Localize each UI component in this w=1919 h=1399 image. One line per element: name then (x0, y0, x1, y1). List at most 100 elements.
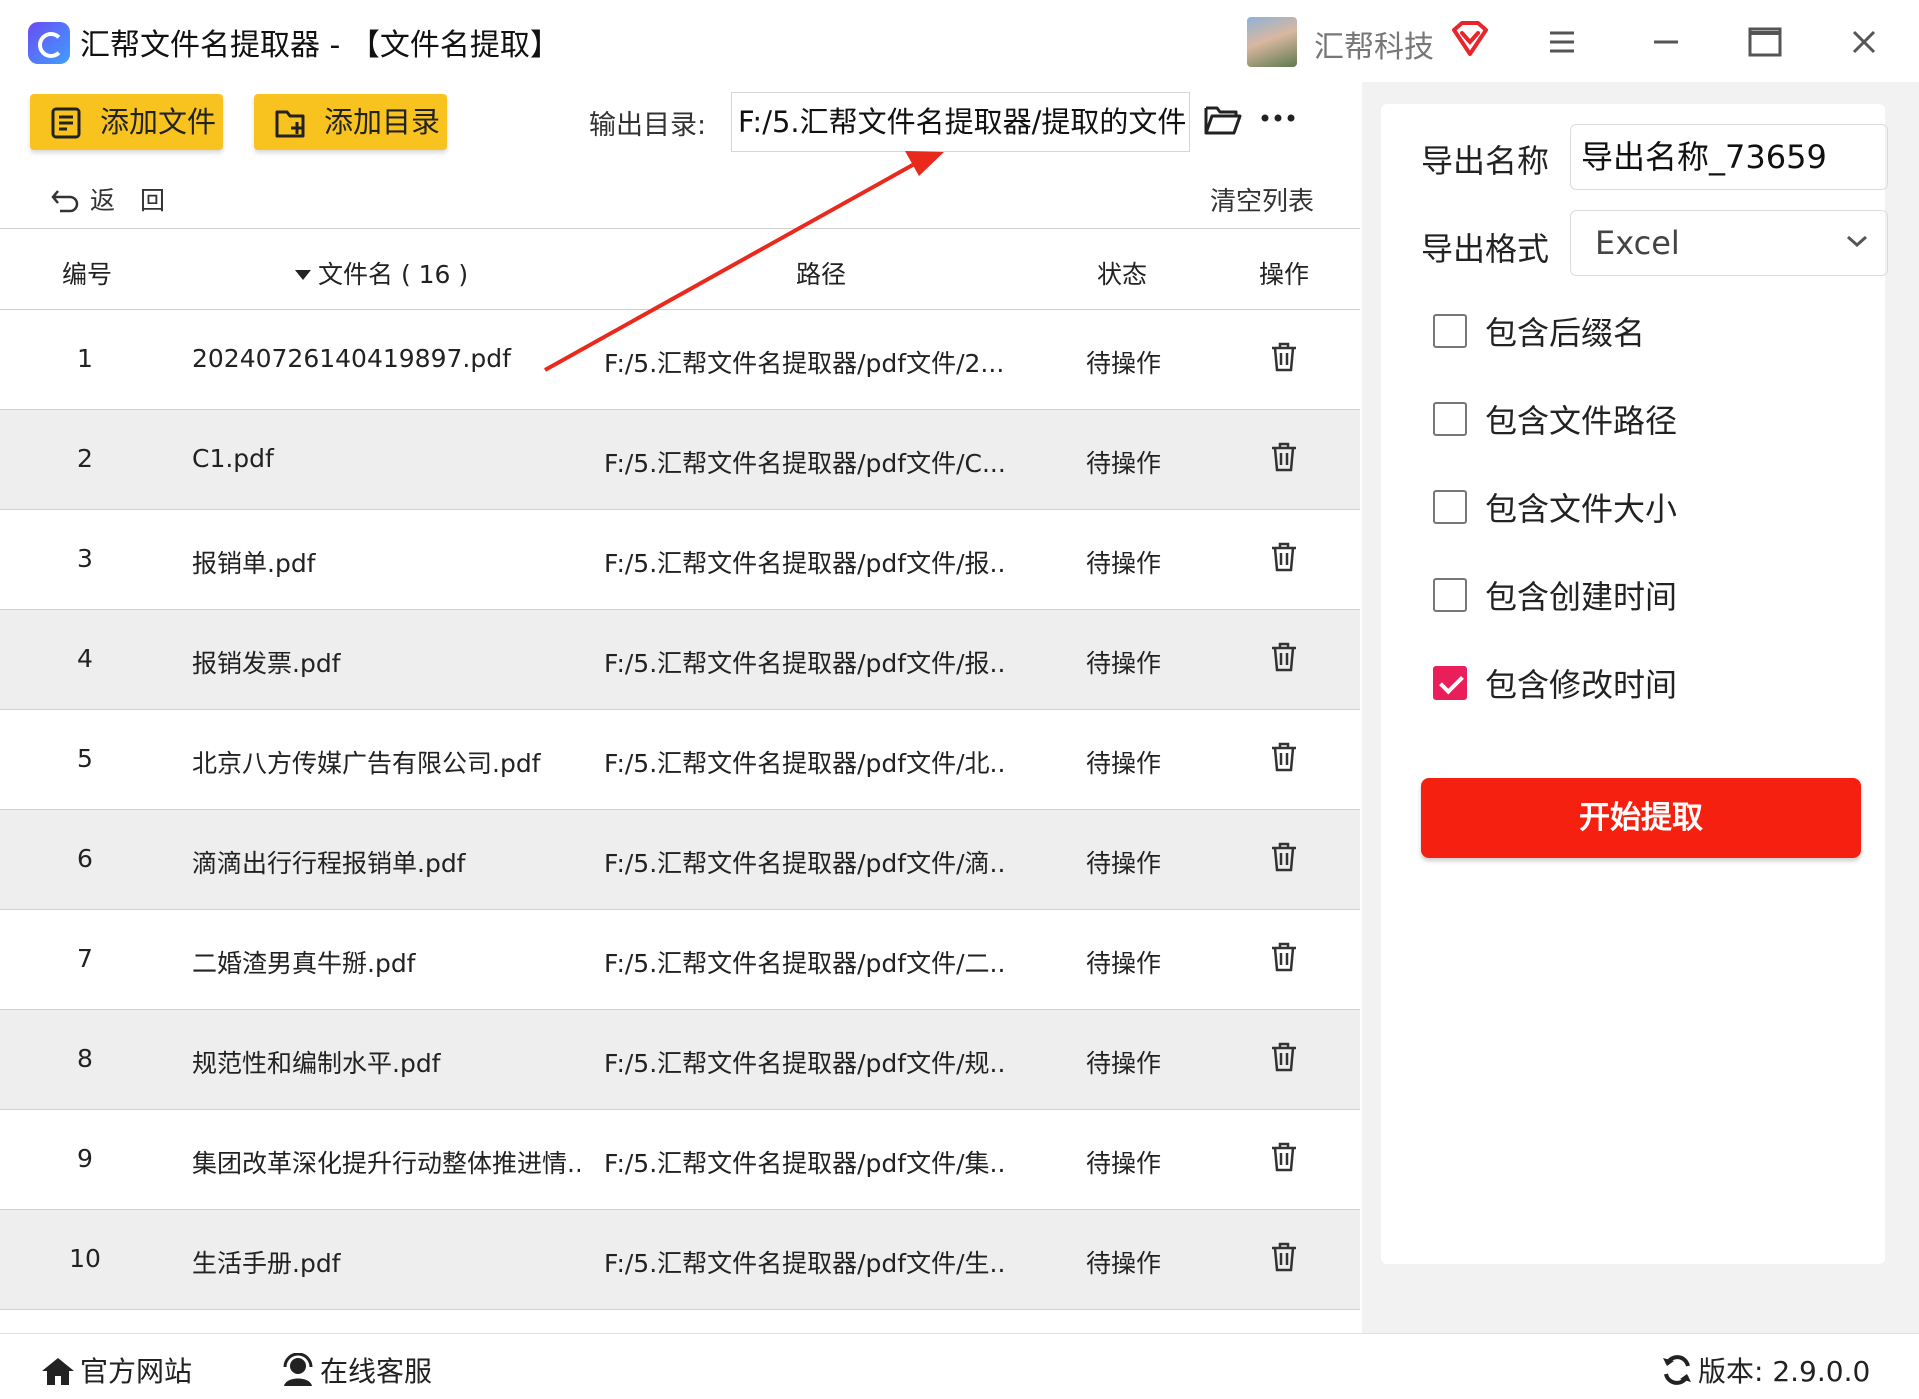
table-row[interactable]: 7 二婚渣男真牛掰.pdf F:/5.汇帮文件名提取器/pdf文件/二... 待操作 (0, 910, 1360, 1010)
row-filename: 规范性和编制水平.pdf (192, 1049, 441, 1078)
avatar[interactable] (1247, 17, 1297, 67)
close-icon[interactable] (1842, 20, 1886, 64)
maximize-icon[interactable] (1743, 20, 1787, 64)
export-name-label: 导出名称 (1421, 142, 1550, 180)
delete-row-button[interactable] (1270, 542, 1298, 576)
add-directory-label: 添加目录 (324, 105, 441, 139)
bottom-bar: 官方网站 在线客服 版本: 2.9.0.0 (0, 1333, 1919, 1399)
delete-row-button[interactable] (1270, 1142, 1298, 1176)
option-checkbox[interactable] (1433, 666, 1467, 700)
option-label: 包含修改时间 (1485, 666, 1678, 704)
official-website-link[interactable]: 官方网站 (40, 1350, 192, 1390)
row-path: F:/5.汇帮文件名提取器/pdf文件/集... (604, 1149, 1004, 1178)
table-row[interactable]: 8 规范性和编制水平.pdf F:/5.汇帮文件名提取器/pdf文件/规... 待操作 (0, 1010, 1360, 1110)
table-row[interactable]: 4 报销发票.pdf F:/5.汇帮文件名提取器/pdf文件/报... 待操作 (0, 610, 1360, 710)
add-file-icon (51, 107, 81, 139)
start-extract-button[interactable]: 开始提取 (1421, 778, 1861, 858)
window-title: 汇帮文件名提取器 - 【文件名提取】 (80, 28, 560, 63)
more-icon[interactable] (1260, 112, 1296, 124)
option-label: 包含文件路径 (1485, 402, 1678, 440)
table-row[interactable]: 5 北京八方传媒广告有限公司.pdf F:/5.汇帮文件名提取器/pdf文件/北..… (0, 710, 1360, 810)
chevron-down-icon (1847, 235, 1867, 248)
row-path: F:/5.汇帮文件名提取器/pdf文件/C... (604, 449, 1004, 478)
table-row[interactable]: 6 滴滴出行行程报销单.pdf F:/5.汇帮文件名提取器/pdf文件/滴... 待操… (0, 810, 1360, 910)
option-label: 包含创建时间 (1485, 578, 1678, 616)
back-button[interactable]: 返 回 (50, 181, 165, 217)
table-body: 1 20240726140419897.pdf F:/5.汇帮文件名提取器/pdf文… (0, 310, 1360, 1310)
row-filename: 20240726140419897.pdf (192, 344, 511, 373)
header-name[interactable]: 文件名 ( 16 ) (294, 255, 468, 291)
option-label: 包含后缀名 (1485, 314, 1646, 352)
trash-icon (1272, 1042, 1296, 1072)
delete-row-button[interactable] (1270, 742, 1298, 776)
trash-icon (1272, 942, 1296, 972)
version-info: 版本: 2.9.0.0 (1660, 1350, 1870, 1390)
option-checkbox[interactable] (1433, 402, 1467, 436)
option-checkbox[interactable] (1433, 578, 1467, 612)
company-name: 汇帮科技 (1314, 30, 1434, 65)
row-filename: 北京八方传媒广告有限公司.pdf (192, 749, 541, 778)
trash-icon (1272, 1142, 1296, 1172)
row-path: F:/5.汇帮文件名提取器/pdf文件/二... (604, 949, 1004, 978)
row-path: F:/5.汇帮文件名提取器/pdf文件/报... (604, 549, 1004, 578)
official-website-label: 官方网站 (80, 1355, 193, 1388)
table-row[interactable]: 9 集团改革深化提升行动整体推进情... F:/5.汇帮文件名提取器/pdf文件/集… (0, 1110, 1360, 1210)
minimize-icon[interactable] (1644, 20, 1688, 64)
row-status: 待操作 (1086, 949, 1162, 978)
home-icon (42, 1358, 74, 1385)
header-action: 操作 (1259, 260, 1310, 289)
trash-icon (1272, 1242, 1296, 1272)
header-path: 路径 (796, 260, 847, 289)
title-bar: 汇帮文件名提取器 - 【文件名提取】 汇帮科技 (0, 0, 1919, 82)
row-status: 待操作 (1086, 1149, 1162, 1178)
row-filename: 集团改革深化提升行动整体推进情... (192, 1149, 580, 1178)
row-path: F:/5.汇帮文件名提取器/pdf文件/北... (604, 749, 1004, 778)
option-label: 包含文件大小 (1485, 490, 1678, 528)
add-directory-button[interactable]: 添加目录 (254, 94, 447, 150)
table-row[interactable]: 10 生活手册.pdf F:/5.汇帮文件名提取器/pdf文件/生... 待操作 (0, 1210, 1360, 1310)
row-filename: 二婚渣男真牛掰.pdf (192, 949, 416, 978)
option-checkbox[interactable] (1433, 314, 1467, 348)
row-number: 2 (77, 444, 93, 473)
delete-row-button[interactable] (1270, 642, 1298, 676)
delete-row-button[interactable] (1270, 442, 1298, 476)
row-number: 5 (77, 744, 93, 773)
undo-arrow-icon (51, 190, 79, 213)
trash-icon (1272, 442, 1296, 472)
row-number: 7 (77, 944, 93, 973)
row-status: 待操作 (1086, 449, 1162, 478)
vip-diamond-icon[interactable] (1450, 20, 1490, 58)
trash-icon (1272, 742, 1296, 772)
delete-row-button[interactable] (1270, 1242, 1298, 1276)
row-number: 4 (77, 644, 93, 673)
add-file-button[interactable]: 添加文件 (30, 94, 223, 150)
row-number: 8 (77, 1044, 93, 1073)
row-filename: 报销发票.pdf (192, 649, 341, 678)
annotation-arrow-head (905, 151, 944, 176)
header-name-label: 文件名 ( 16 ) (318, 260, 469, 289)
export-format-select[interactable]: Excel (1570, 210, 1888, 276)
trash-icon (1272, 542, 1296, 572)
sort-down-icon (295, 270, 311, 280)
trash-icon (1272, 842, 1296, 872)
option-checkbox[interactable] (1433, 490, 1467, 524)
delete-row-button[interactable] (1270, 942, 1298, 976)
output-dir-input[interactable]: F:/5.汇帮文件名提取器/提取的文件 (731, 92, 1190, 152)
online-service-link[interactable]: 在线客服 (280, 1350, 432, 1390)
row-filename: 报销单.pdf (192, 549, 316, 578)
export-name-input[interactable]: 导出名称_73659 (1570, 124, 1888, 190)
delete-row-button[interactable] (1270, 1042, 1298, 1076)
table-row[interactable]: 2 C1.pdf F:/5.汇帮文件名提取器/pdf文件/C... 待操作 (0, 410, 1360, 510)
clear-list-button[interactable]: 清空列表 (1210, 181, 1314, 218)
menu-icon[interactable] (1540, 20, 1584, 64)
add-folder-icon (275, 110, 305, 138)
delete-row-button[interactable] (1270, 842, 1298, 876)
folder-open-icon[interactable] (1203, 102, 1243, 138)
trash-icon (1272, 342, 1296, 372)
table-row[interactable]: 1 20240726140419897.pdf F:/5.汇帮文件名提取器/pdf文… (0, 310, 1360, 410)
version-label: 版本: 2.9.0.0 (1698, 1355, 1871, 1388)
trash-icon (1272, 642, 1296, 672)
file-table: 编号 文件名 ( 16 ) 路径 状态 操作 1 2024072614041989… (0, 228, 1360, 1310)
table-row[interactable]: 3 报销单.pdf F:/5.汇帮文件名提取器/pdf文件/报... 待操作 (0, 510, 1360, 610)
delete-row-button[interactable] (1270, 342, 1298, 376)
